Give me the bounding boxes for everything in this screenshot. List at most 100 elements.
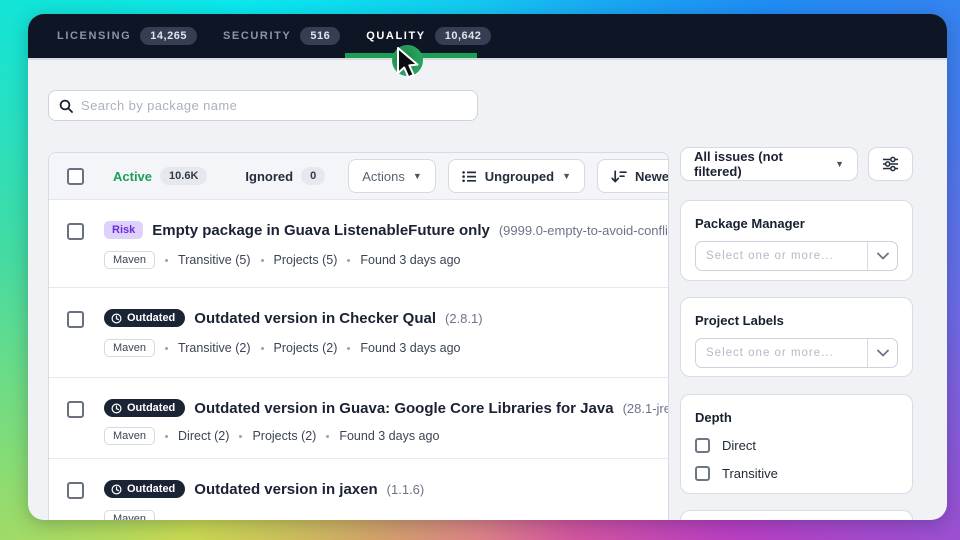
dot-separator: [347, 259, 350, 262]
dot-separator: [165, 435, 168, 438]
outdated-badge: Outdated: [104, 309, 185, 327]
chevron-down-icon: [877, 252, 889, 260]
issue-version: (2.8.1): [445, 311, 483, 326]
tab-quality-label: QUALITY: [366, 30, 425, 42]
project-labels-select[interactable]: Select one or more...: [695, 338, 898, 368]
issue-found: Found 3 days ago: [339, 429, 439, 443]
partial-filter-panel: [680, 510, 913, 520]
issue-scope: Transitive (2): [178, 341, 250, 355]
issue-scope: Direct (2): [178, 429, 229, 443]
project-labels-title: Project Labels: [695, 313, 898, 328]
issue-scope: Transitive (5): [178, 253, 250, 267]
chevron-down-icon: [877, 349, 889, 357]
chevron-down-icon: ▼: [413, 171, 422, 181]
issue-title: Outdated version in Guava: Google Core L…: [194, 400, 613, 417]
tab-security-count-badge: 516: [300, 27, 340, 45]
depth-option-direct[interactable]: Direct: [695, 438, 898, 453]
ignored-count-badge: 0: [301, 167, 325, 185]
filters-sidebar: All issues (not filtered) ▼: [680, 147, 913, 520]
select-all-checkbox[interactable]: [67, 168, 84, 185]
sort-dropdown-button[interactable]: Newest ▼: [597, 159, 669, 193]
package-manager-title: Package Manager: [695, 216, 898, 231]
row-checkbox[interactable]: [67, 311, 84, 328]
tab-licensing-count-badge: 14,265: [140, 27, 197, 45]
search-input[interactable]: [81, 98, 467, 113]
tab-quality[interactable]: QUALITY 10,642: [366, 27, 491, 45]
gradient-backdrop: LICENSING 14,265 SECURITY 516 QUALITY 10…: [0, 0, 960, 540]
issue-found: Found 3 days ago: [360, 253, 460, 267]
tab-licensing[interactable]: LICENSING 14,265: [57, 27, 197, 45]
package-manager-tag: Maven: [104, 427, 155, 445]
tab-security-label: SECURITY: [223, 30, 291, 42]
clock-icon: [111, 403, 122, 414]
active-label: Active: [113, 169, 152, 184]
list-toolbar: Active 10.6K Ignored 0 Actions ▼: [49, 153, 668, 200]
issue-title: Empty package in Guava ListenableFuture …: [152, 222, 490, 239]
tab-licensing-label: LICENSING: [57, 30, 131, 42]
package-manager-tag: Maven: [104, 251, 155, 269]
ignored-filter-toggle[interactable]: Ignored 0: [245, 167, 325, 185]
dot-separator: [165, 347, 168, 350]
package-manager-placeholder: Select one or more...: [696, 250, 867, 262]
issue-row[interactable]: Outdated Outdated version in jaxen (1.1.…: [49, 459, 668, 520]
issue-version: (1.1.6): [387, 482, 425, 497]
chevron-down-icon: ▼: [562, 171, 571, 181]
sort-label: Newest: [635, 169, 669, 184]
list-group-icon: [462, 169, 477, 184]
active-filter-toggle[interactable]: Active 10.6K: [113, 167, 207, 185]
issue-projects: Projects (2): [252, 429, 316, 443]
direct-checkbox[interactable]: [695, 438, 710, 453]
issue-version: (9999.0-empty-to-avoid-conflict-with-: [499, 223, 668, 238]
issue-filter-summary-label: All issues (not filtered): [694, 149, 827, 179]
package-manager-tag: Maven: [104, 339, 155, 357]
issue-row[interactable]: Outdated Outdated version in Guava: Goog…: [49, 378, 668, 459]
tab-security[interactable]: SECURITY 516: [223, 27, 340, 45]
issue-version: (28.1-jre): [623, 401, 668, 416]
mouse-cursor-icon: [396, 47, 422, 83]
issue-projects: Projects (5): [274, 253, 338, 267]
clock-icon: [111, 313, 122, 324]
tab-quality-count-badge: 10,642: [435, 27, 492, 45]
transitive-checkbox[interactable]: [695, 466, 710, 481]
dot-separator: [261, 347, 264, 350]
actions-label: Actions: [362, 169, 405, 184]
depth-option-transitive[interactable]: Transitive: [695, 466, 898, 481]
dot-separator: [239, 435, 242, 438]
issues-list-card: Active 10.6K Ignored 0 Actions ▼: [48, 152, 669, 520]
outdated-badge: Outdated: [104, 399, 185, 417]
package-manager-panel: Package Manager Select one or more...: [680, 200, 913, 281]
actions-dropdown-button[interactable]: Actions ▼: [348, 159, 436, 193]
risk-badge: Risk: [104, 221, 143, 239]
app-window: LICENSING 14,265 SECURITY 516 QUALITY 10…: [28, 14, 947, 520]
project-labels-placeholder: Select one or more...: [696, 347, 867, 359]
ignored-label: Ignored: [245, 169, 293, 184]
clock-icon: [111, 484, 122, 495]
row-checkbox[interactable]: [67, 401, 84, 418]
package-search: [48, 90, 478, 121]
page-body: Active 10.6K Ignored 0 Actions ▼: [28, 58, 947, 520]
sort-descending-icon: [611, 169, 627, 184]
row-checkbox[interactable]: [67, 482, 84, 499]
depth-panel: Depth Direct Transitive: [680, 394, 913, 494]
transitive-label: Transitive: [722, 466, 778, 481]
issue-title: Outdated version in jaxen: [194, 481, 377, 498]
search-icon: [59, 99, 73, 113]
dot-separator: [261, 259, 264, 262]
filter-settings-button[interactable]: [868, 147, 913, 181]
grouping-dropdown-button[interactable]: Ungrouped ▼: [448, 159, 585, 193]
row-checkbox[interactable]: [67, 223, 84, 240]
issue-row[interactable]: Risk Empty package in Guava ListenableFu…: [49, 200, 668, 288]
issue-row[interactable]: Outdated Outdated version in Checker Qua…: [49, 288, 668, 378]
issue-projects: Projects (2): [274, 341, 338, 355]
active-count-badge: 10.6K: [160, 167, 207, 185]
grouping-label: Ungrouped: [485, 169, 554, 184]
issue-filter-summary-dropdown[interactable]: All issues (not filtered) ▼: [680, 147, 858, 181]
chevron-down-icon: ▼: [835, 159, 844, 169]
dot-separator: [326, 435, 329, 438]
depth-title: Depth: [695, 410, 898, 425]
dot-separator: [165, 259, 168, 262]
package-manager-select[interactable]: Select one or more...: [695, 241, 898, 271]
issue-found: Found 3 days ago: [360, 341, 460, 355]
project-labels-panel: Project Labels Select one or more...: [680, 297, 913, 377]
top-nav-bar: LICENSING 14,265 SECURITY 516 QUALITY 10…: [28, 14, 947, 58]
